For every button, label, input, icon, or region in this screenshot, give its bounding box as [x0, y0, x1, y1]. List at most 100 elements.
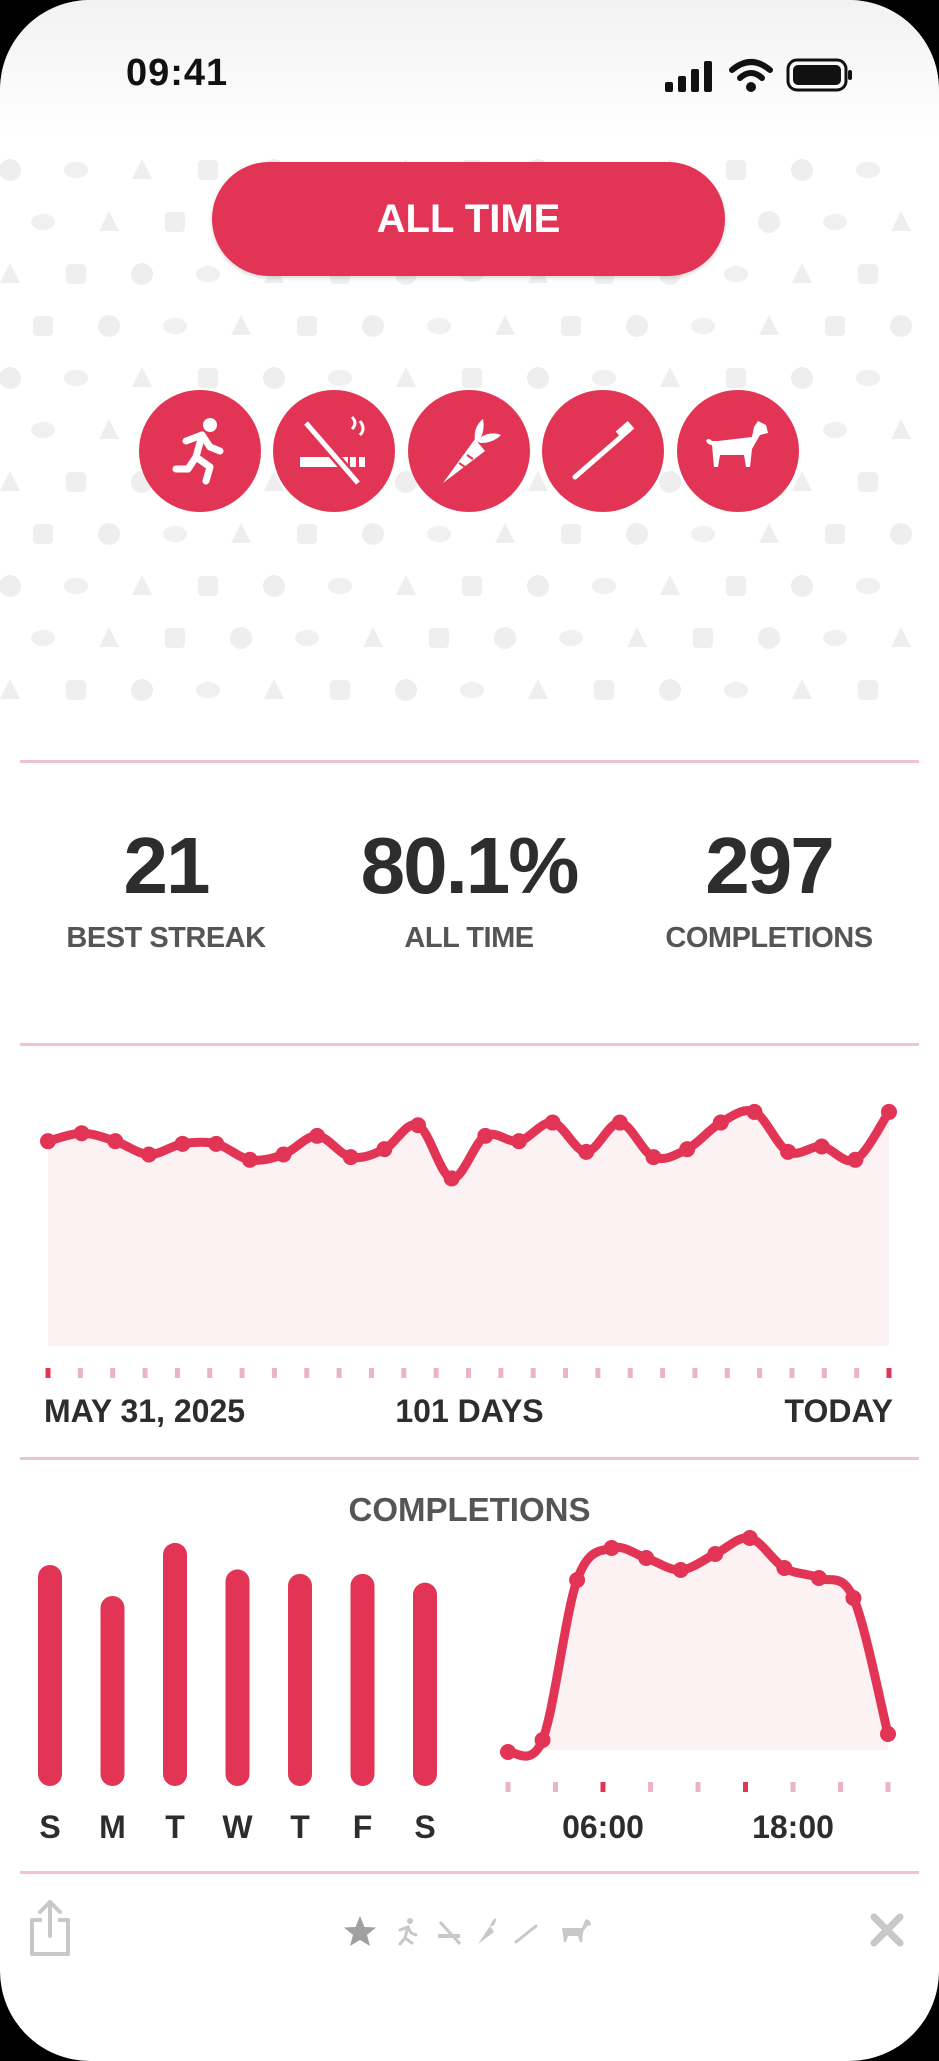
trend-tick [45, 1368, 51, 1378]
weekday-label: S [414, 1809, 435, 1845]
divider [20, 1043, 919, 1046]
pattern-triangle [891, 419, 911, 439]
stat-all-time: 80.1% ALL TIME [339, 826, 599, 955]
time-range-button[interactable]: ALL TIME [212, 162, 725, 276]
pattern-oval [856, 162, 880, 178]
close-icon[interactable] [869, 1912, 905, 1948]
pattern-oval [31, 630, 55, 646]
weekday-label: T [290, 1809, 310, 1845]
pattern-dot [362, 315, 384, 337]
trend-point [40, 1133, 56, 1150]
habit-toothbrush[interactable] [542, 390, 664, 512]
hour-point [880, 1726, 896, 1742]
hour-tick [648, 1782, 653, 1792]
trend-tick [401, 1368, 407, 1378]
pattern-square [66, 472, 86, 492]
pattern-triangle [99, 419, 119, 439]
pattern-square [594, 680, 614, 700]
pattern-triangle [792, 263, 812, 283]
pattern-dot [758, 627, 780, 649]
pattern-dot [0, 575, 21, 597]
weekday-bar [350, 1573, 375, 1786]
trend-point [275, 1146, 292, 1163]
pattern-dot [791, 575, 813, 597]
pattern-triangle [891, 627, 911, 647]
battery-icon [786, 58, 852, 92]
pattern-oval [163, 526, 187, 542]
pattern-triangle [528, 471, 548, 491]
trend-tick [563, 1368, 569, 1378]
pattern-oval [823, 214, 847, 230]
hour-tick [838, 1782, 843, 1792]
weekday-bar [288, 1573, 312, 1786]
pattern-triangle [0, 263, 20, 283]
hour-label: 06:00 [562, 1809, 644, 1845]
trend-tick [821, 1368, 827, 1378]
pattern-dot [263, 575, 285, 597]
pattern-dot [527, 367, 549, 389]
pattern-square [561, 524, 581, 544]
trend-point [645, 1149, 662, 1166]
pattern-triangle [0, 679, 20, 699]
pattern-dot [791, 367, 813, 389]
trend-point [309, 1127, 326, 1144]
no-smoking-mini-icon [438, 1920, 462, 1946]
pattern-triangle [99, 627, 119, 647]
habit-dog[interactable] [677, 390, 799, 512]
hour-point [569, 1572, 586, 1588]
pattern-dot [98, 523, 120, 545]
trend-tick [271, 1368, 277, 1378]
habit-carrot[interactable] [408, 390, 530, 512]
trend-tick [466, 1368, 471, 1378]
app-screen: 09:41 ALL TIME 21 BEST STREAK 80.1% ALL … [0, 0, 939, 2061]
trend-tick [433, 1368, 439, 1378]
pattern-square [198, 368, 218, 388]
pattern-oval [328, 370, 352, 386]
pattern-oval [196, 682, 220, 698]
weekday-label: M [99, 1809, 126, 1845]
trend-point [376, 1141, 393, 1158]
stat-value: 21 [123, 821, 211, 910]
pattern-oval [163, 318, 187, 334]
dog-mini-icon [562, 1919, 591, 1942]
habit-no-smoking[interactable] [273, 390, 395, 512]
share-icon[interactable] [26, 1898, 74, 1958]
pattern-triangle [495, 523, 515, 543]
pattern-square [858, 680, 878, 700]
hour-point [603, 1540, 620, 1556]
trend-point [174, 1135, 191, 1152]
trend-tick [627, 1368, 633, 1378]
carrot-icon [443, 419, 501, 483]
weekday-bar [225, 1569, 250, 1786]
trend-tick [530, 1368, 536, 1378]
pattern-triangle [660, 367, 680, 387]
weekday-chart: SMTWTFS [38, 1542, 437, 1845]
trend-point [410, 1117, 427, 1134]
pattern-triangle [396, 575, 416, 595]
pattern-oval [64, 578, 88, 594]
pattern-triangle [792, 471, 812, 491]
bottom-toolbar [0, 1880, 939, 2000]
trend-tick [368, 1368, 374, 1378]
trend-point [208, 1135, 225, 1152]
weekday-bar [413, 1582, 437, 1786]
pattern-square [561, 316, 581, 336]
wifi-icon [729, 59, 773, 92]
pattern-dot [626, 315, 648, 337]
stat-label: BEST STREAK [66, 922, 266, 954]
trend-point [544, 1114, 561, 1131]
carrot-mini-icon [478, 1918, 496, 1944]
habit-running[interactable] [139, 390, 261, 512]
pattern-oval [691, 526, 715, 542]
pattern-square [165, 212, 185, 232]
hour-point [534, 1732, 551, 1748]
pattern-oval [559, 630, 583, 646]
pattern-oval [823, 422, 847, 438]
pattern-dot [494, 627, 516, 649]
trend-tick [77, 1368, 83, 1378]
pattern-square [165, 628, 185, 648]
divider [20, 1871, 919, 1874]
pattern-dot [98, 315, 120, 337]
habit-page-indicator[interactable] [340, 1912, 600, 1952]
pattern-triangle [132, 159, 152, 179]
